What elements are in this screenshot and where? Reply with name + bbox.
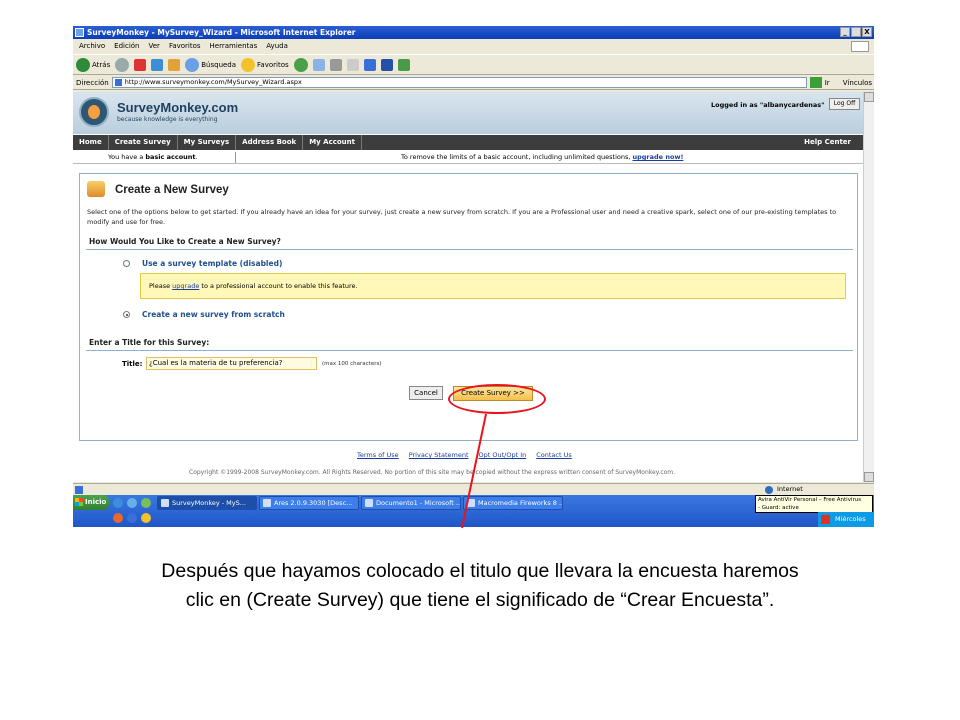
- pointer-line-stroke: [461, 413, 487, 529]
- caption-line-2: clic en (Create Survey) que tiene el sig…: [185, 589, 775, 611]
- caption: Después que hayamos colocado el titulo q…: [40, 557, 920, 615]
- caption-line-1: Después que hayamos colocado el titulo q…: [161, 560, 799, 582]
